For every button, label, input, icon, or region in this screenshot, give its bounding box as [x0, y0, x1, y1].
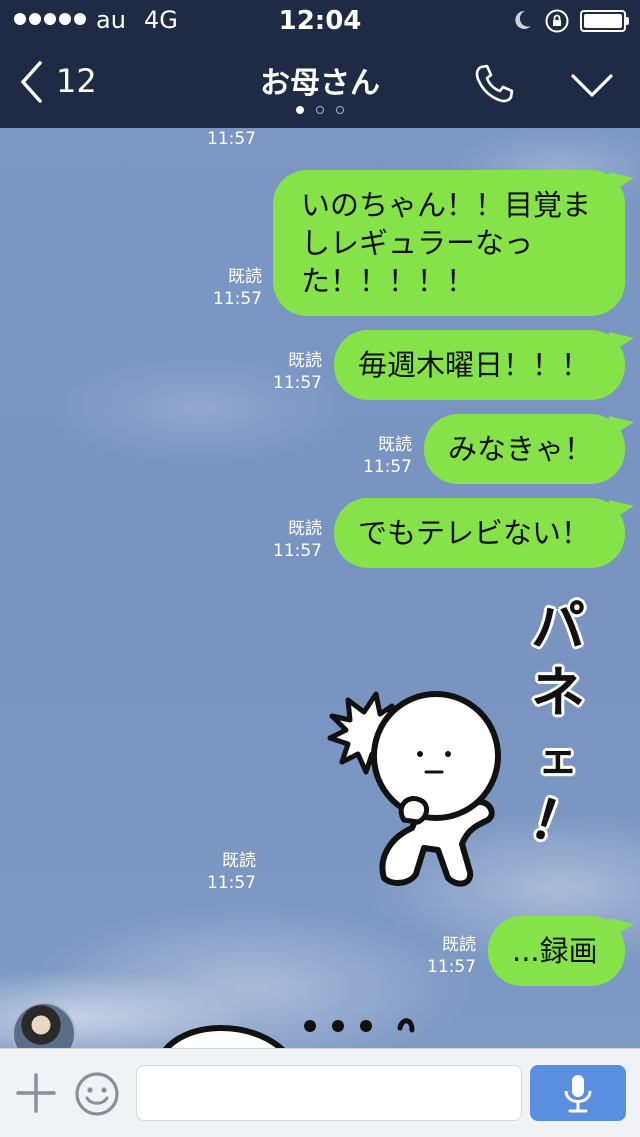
partial-timestamp: 11:57 — [196, 128, 256, 150]
phone-icon[interactable] — [472, 62, 516, 106]
chat-bubble[interactable]: でもテレビない！ — [334, 498, 625, 568]
message-input[interactable] — [136, 1065, 522, 1121]
chat-area[interactable]: 11:57 既読 11:57 いのちゃん！！目覚ま しレギュラーなっ た！！！！… — [0, 128, 640, 1048]
plus-icon[interactable] — [16, 1073, 56, 1113]
sticker-char: ェ — [538, 736, 578, 782]
microphone-icon — [564, 1075, 592, 1113]
message-meta: 既読 11:57 — [350, 434, 412, 478]
message-meta: 既読 11:57 — [260, 518, 322, 562]
message-meta: 既読 11:57 — [194, 850, 256, 894]
message-meta: 既読 11:57 — [200, 266, 262, 310]
sticker-char: ネ — [531, 661, 585, 724]
chat-header: 12 お母さん — [0, 40, 640, 128]
page-dot — [316, 106, 324, 114]
sticker-char: ！ — [522, 786, 594, 863]
sticker-char: パ — [531, 595, 585, 658]
sticker[interactable]: パ ネ ェ ！ — [320, 588, 620, 888]
read-label: 既読 — [228, 267, 262, 287]
battery-icon — [580, 10, 626, 32]
emoji-icon[interactable] — [74, 1071, 120, 1117]
page-dot — [336, 106, 344, 114]
rotation-lock-icon — [545, 9, 569, 33]
message-time: 11:57 — [363, 457, 412, 477]
page-indicator — [296, 106, 344, 114]
message-time: 11:57 — [273, 541, 322, 561]
chat-title: お母さん — [260, 66, 380, 101]
message-line: た！！！！！ — [301, 264, 476, 298]
read-label: 既読 — [442, 935, 476, 955]
message-time: 11:57 — [273, 373, 322, 393]
chevron-down-icon[interactable] — [570, 72, 614, 100]
message-meta: 既読 11:57 — [414, 934, 476, 978]
read-label: 既読 — [288, 519, 322, 539]
chat-bubble[interactable]: みなきゃ！ — [424, 414, 625, 484]
message-line: ...録画 — [512, 934, 598, 968]
chat-bubble[interactable]: 毎週木曜日！！！ — [334, 330, 625, 400]
chat-bubble[interactable]: いのちゃん！！目覚ま しレギュラーなっ た！！！！！ — [273, 170, 625, 316]
message-line: いのちゃん！！目覚ま — [301, 188, 592, 222]
message-line: でもテレビない！ — [358, 516, 591, 550]
avatar[interactable] — [12, 1002, 76, 1048]
read-label: 既読 — [378, 435, 412, 455]
message-time: 11:57 — [207, 129, 256, 149]
message-time: 11:57 — [427, 957, 476, 977]
read-label: 既読 — [222, 851, 256, 871]
input-bar — [0, 1048, 640, 1137]
page-dot — [296, 106, 304, 114]
sticker-text: パ ネ ェ ！ — [523, 594, 594, 863]
message-meta: 既読 11:57 — [260, 350, 322, 394]
moon-icon — [515, 10, 531, 29]
battery-tip — [626, 17, 629, 25]
message-time: 11:57 — [213, 289, 262, 309]
partial-sticker-image — [163, 1018, 415, 1048]
message-line: 毎週木曜日！！！ — [358, 348, 591, 382]
mic-button[interactable] — [530, 1065, 626, 1121]
read-label: 既読 — [288, 351, 322, 371]
message-line: しレギュラーなっ — [301, 226, 534, 260]
message-time: 11:57 — [207, 873, 256, 893]
chat-bubble[interactable]: ...録画 — [488, 916, 625, 986]
message-line: みなきゃ！ — [448, 432, 594, 466]
status-bar: au 4G 12:04 — [0, 0, 640, 40]
